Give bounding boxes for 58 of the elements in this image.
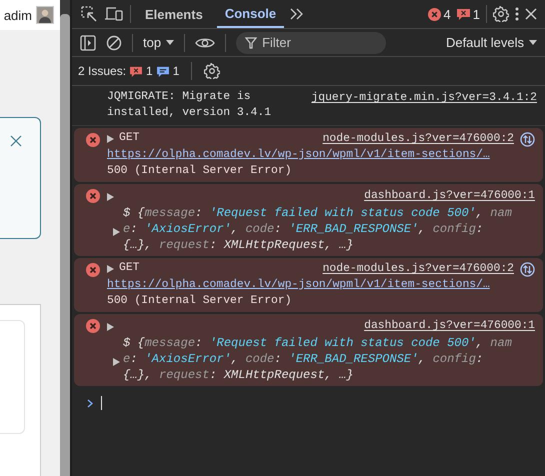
device-toolbar-icon[interactable] [104,5,124,23]
filter-field[interactable]: Filter [236,32,386,54]
issue-count[interactable]: 1 [472,6,480,22]
error-icon [86,263,100,277]
dropdown-caret-icon [166,40,174,45]
source-link[interactable]: dashboard.js?ver=476000:1 [364,188,535,205]
user-name: adim [4,8,32,22]
error-icon [86,189,100,203]
request-method: GET [119,131,140,146]
prompt-icon [87,398,93,408]
expand-arrow-icon[interactable] [107,322,114,330]
issue-error-count[interactable]: 1 [146,64,153,78]
source-link[interactable]: jquery-migrate.min.js?ver=3.4.1:2 [311,90,537,107]
error-icon [86,319,100,333]
response-status: 500 (Internal Server Error) [107,164,293,178]
expand-arrow-icon[interactable] [107,264,114,273]
issues-label: 2 Issues: [78,64,126,78]
dropdown-caret-icon [529,40,537,45]
object-preview: $ {message: 'Request failed with status code 500', name: 'AxiosError', code: 'ERR_BAD_RESPONSE', config: {…}, request: XMLHttpRequest, …} [123,336,512,382]
object-preview: $ {message: 'Request failed with status code 500', name: 'AxiosError', code: 'ERR_BAD_RESPONSE', config: {…}, request: XMLHttpRequest, …} [123,206,512,252]
eye-icon[interactable] [195,36,216,50]
request-url[interactable]: https://olpha.comadev.lv/wp-json/wpml/v1/item-sections/… [107,279,490,291]
error-icon [86,133,100,147]
issue-info-count[interactable]: 1 [172,64,180,78]
object-expand-icon[interactable] [113,358,120,366]
network-icon[interactable] [520,132,535,147]
network-icon[interactable] [520,262,535,277]
issue-icon [456,8,470,20]
issue-icon [130,66,142,76]
sidebar-icon[interactable] [80,34,96,50]
close-icon[interactable] [525,8,537,20]
more-options-icon[interactable] [515,7,519,21]
settings-icon[interactable] [493,6,509,22]
context-selector[interactable]: top [143,35,162,50]
panel-tab[interactable]: Console [216,0,284,28]
log-message: JQMIGRATE: Migrate is installed, version 3.4.1 [107,91,272,118]
expand-arrow-icon[interactable] [107,134,114,143]
close-icon[interactable] [10,135,22,147]
error-icon [428,8,441,20]
avatar[interactable] [36,6,54,24]
request-url[interactable]: https://olpha.comadev.lv/wp-json/wpml/v1/item-sections/… [107,149,490,161]
more-tabs-icon[interactable] [290,8,304,20]
source-link[interactable]: dashboard.js?ver=476000:1 [364,318,535,335]
response-status: 500 (Internal Server Error) [107,294,293,308]
request-method: GET [119,261,140,276]
scrollbar[interactable] [60,0,70,476]
expand-arrow-icon[interactable] [107,192,114,200]
object-expand-icon[interactable] [113,228,120,236]
source-link[interactable]: node-modules.js?ver=476000:2 [322,131,514,148]
settings-icon[interactable] [204,63,220,79]
error-count[interactable]: 4 [444,6,451,22]
source-link[interactable]: node-modules.js?ver=476000:2 [322,261,514,278]
log-levels-selector[interactable]: Default levels [446,35,524,50]
panel-tab[interactable]: Elements [137,0,211,28]
info-issue-icon [156,66,169,76]
clear-icon[interactable] [106,34,122,50]
inspect-icon[interactable] [80,5,98,23]
filter-icon [245,36,258,48]
